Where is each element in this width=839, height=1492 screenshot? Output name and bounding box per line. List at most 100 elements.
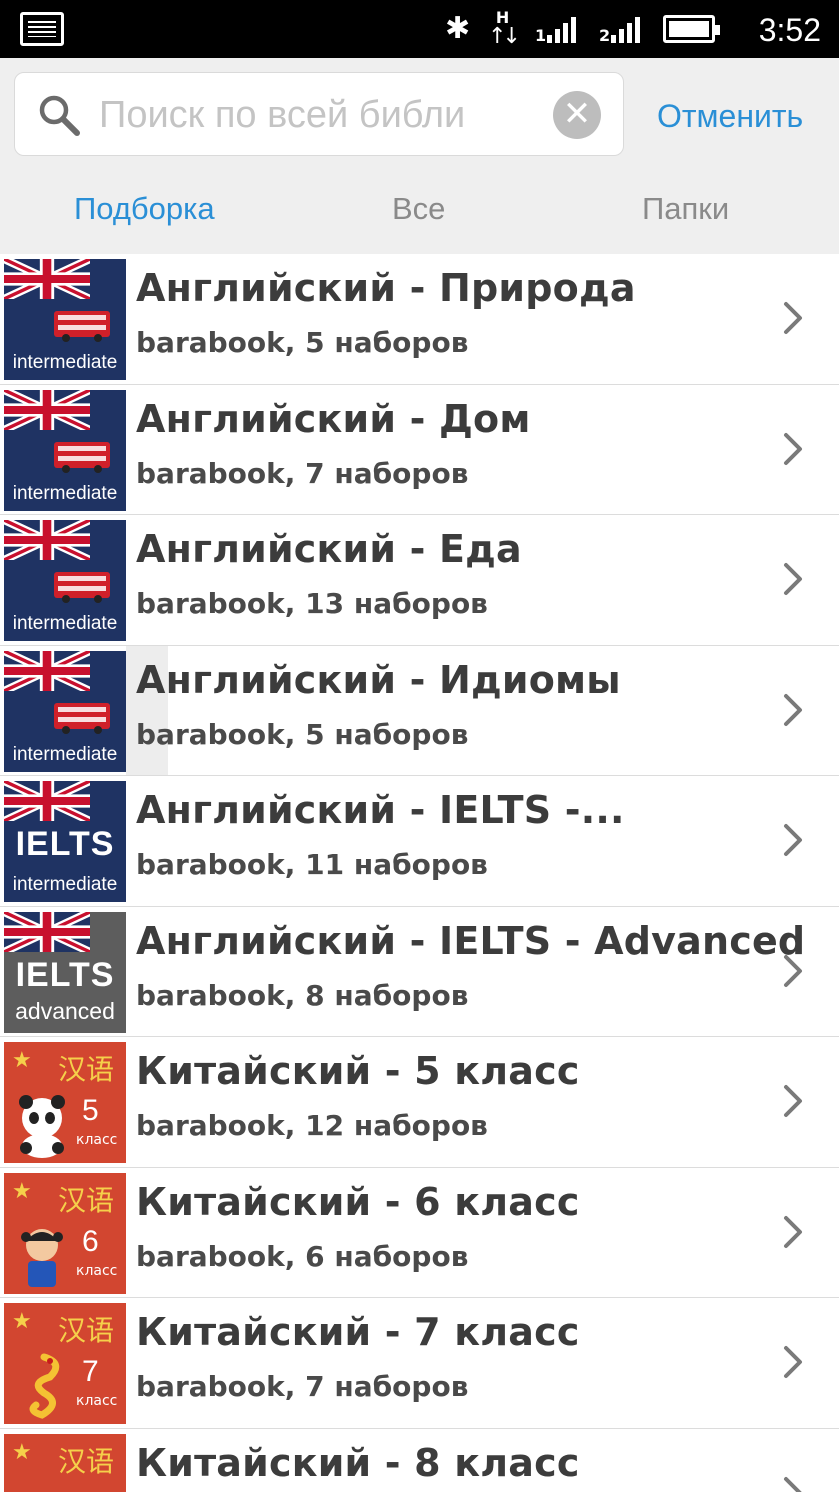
chinese-chars-label: 汉语 bbox=[58, 1444, 115, 1478]
item-subtitle: barabook, 7 наборов bbox=[136, 1370, 469, 1403]
level-label: intermediate bbox=[12, 743, 118, 765]
item-subtitle: barabook, 11 наборов bbox=[136, 848, 488, 881]
figure-icon bbox=[14, 1484, 70, 1492]
chevron-right-icon bbox=[784, 1346, 802, 1378]
star-icon: ★ bbox=[12, 1439, 32, 1465]
bus-icon bbox=[54, 702, 110, 734]
uk-flag-icon bbox=[4, 911, 90, 952]
uk-flag-icon bbox=[4, 389, 90, 430]
list-item[interactable]: intermediate Английский - Природа barabook… bbox=[0, 254, 839, 385]
list-item[interactable]: ★ 汉语 6 класс Китайский - 6 класс barabook, 6 … bbox=[0, 1167, 839, 1298]
grade-number: 7 bbox=[82, 1355, 99, 1388]
ielts-label: IELTS bbox=[15, 955, 115, 994]
list-item[interactable]: intermediate Английский - Дом barabook, 7 … bbox=[0, 384, 839, 515]
tab-selection[interactable]: Подборка bbox=[74, 176, 215, 242]
grade-class-label: класс bbox=[76, 1393, 118, 1409]
list-item[interactable]: ★ 汉语 5 класс Китайский - 5 класс barabook, 12… bbox=[0, 1037, 839, 1168]
star-icon: ★ bbox=[12, 1178, 32, 1204]
grade-number: 5 bbox=[82, 1094, 99, 1127]
course-thumbnail: ★ 汉语 bbox=[4, 1433, 126, 1492]
item-title: Китайский - 6 класс bbox=[136, 1179, 580, 1224]
battery-icon bbox=[663, 15, 720, 43]
item-title: Китайский - 5 класс bbox=[136, 1049, 580, 1093]
signal-sim1-icon: 1 bbox=[535, 13, 581, 45]
course-thumbnail: ★ 汉语 5 класс bbox=[4, 1042, 126, 1163]
level-label: intermediate bbox=[12, 613, 118, 634]
chevron-right-icon bbox=[784, 432, 802, 465]
bus-icon bbox=[54, 311, 110, 342]
level-label: advanced bbox=[15, 997, 115, 1024]
chevron-right-icon bbox=[784, 954, 802, 987]
bluetooth-icon: ✱ bbox=[444, 11, 471, 46]
item-title: Английский - Еда bbox=[136, 527, 522, 571]
item-subtitle: barabook, 7 наборов bbox=[136, 456, 469, 490]
item-subtitle: barabook, 6 наборов bbox=[136, 1239, 469, 1273]
status-bar: ✱ H ↑↓ 1 2 3:52 bbox=[0, 0, 839, 58]
bus-icon bbox=[54, 572, 110, 603]
uk-flag-icon bbox=[4, 259, 90, 299]
clear-search-icon[interactable]: ✕ bbox=[553, 91, 601, 139]
chevron-right-icon bbox=[784, 824, 802, 856]
tab-folders[interactable]: Папки bbox=[642, 176, 729, 242]
tab-bar: Подборка Все Папки bbox=[0, 176, 839, 242]
chevron-right-icon bbox=[784, 693, 802, 726]
cancel-button[interactable]: Отменить bbox=[657, 88, 803, 144]
item-title: Китайский - 7 класс bbox=[136, 1310, 580, 1354]
level-label: intermediate bbox=[12, 874, 118, 895]
chinese-chars-label: 汉语 bbox=[58, 1314, 115, 1347]
grade-number: 6 bbox=[82, 1224, 99, 1258]
list-item[interactable]: IELTS intermediate Английский - IELTS -...… bbox=[0, 776, 839, 907]
search-header: ✕ Отменить Подборка Все Папки bbox=[0, 58, 839, 254]
chevron-right-icon bbox=[784, 302, 802, 334]
item-title: Английский - IELTS - Advanced bbox=[136, 918, 806, 963]
list-item[interactable]: ★ 汉语 Китайский - 8 класс bbox=[0, 1428, 839, 1492]
search-box[interactable]: ✕ bbox=[14, 72, 624, 156]
item-subtitle: barabook, 5 наборов bbox=[136, 326, 469, 359]
sim1-label: 1 bbox=[535, 26, 547, 45]
notification-icon bbox=[20, 12, 64, 46]
list-item[interactable]: IELTS advanced Английский - IELTS - Advanc… bbox=[0, 906, 839, 1037]
star-icon: ★ bbox=[12, 1309, 32, 1334]
grade-class-label: класс bbox=[76, 1132, 118, 1148]
item-title: Английский - IELTS -... bbox=[136, 788, 625, 832]
star-icon: ★ bbox=[12, 1048, 32, 1073]
bus-icon bbox=[54, 441, 110, 473]
course-thumbnail: intermediate bbox=[4, 259, 126, 380]
status-icons: ✱ H ↑↓ 1 2 bbox=[444, 6, 720, 52]
chevron-right-icon bbox=[784, 1476, 802, 1492]
panda-icon bbox=[19, 1095, 65, 1158]
list-item[interactable]: intermediate Английский - Идиомы barabook,… bbox=[0, 645, 839, 776]
chevron-right-icon bbox=[784, 1215, 802, 1248]
course-thumbnail: IELTS intermediate bbox=[4, 781, 126, 902]
course-thumbnail: ★ 汉语 6 класс bbox=[4, 1172, 126, 1294]
item-title: Английский - Идиомы bbox=[136, 657, 621, 702]
item-subtitle: barabook, 5 наборов bbox=[136, 717, 469, 751]
search-input[interactable] bbox=[99, 83, 529, 147]
chevron-right-icon bbox=[784, 1085, 802, 1117]
item-title: Английский - Дом bbox=[136, 396, 531, 441]
search-icon bbox=[39, 95, 80, 136]
course-thumbnail: intermediate bbox=[4, 389, 126, 511]
course-thumbnail: intermediate bbox=[4, 520, 126, 641]
level-label: intermediate bbox=[12, 482, 118, 504]
chevron-right-icon bbox=[784, 563, 802, 595]
clock: 3:52 bbox=[758, 12, 821, 48]
list-item[interactable]: ★ 汉语 7 класс Китайский - 7 класс barabook, 7 … bbox=[0, 1298, 839, 1429]
item-title: Английский - Природа bbox=[136, 266, 636, 310]
tab-all[interactable]: Все bbox=[392, 176, 445, 242]
grade-class-label: класс bbox=[76, 1262, 118, 1279]
library-list: intermediate Английский - Природа barabook… bbox=[0, 254, 839, 1492]
sim2-label: 2 bbox=[599, 26, 611, 45]
chinese-chars-label: 汉语 bbox=[58, 1053, 115, 1086]
course-thumbnail: ★ 汉语 7 класс bbox=[4, 1303, 126, 1424]
item-title: Китайский - 8 класс bbox=[136, 1440, 580, 1485]
course-thumbnail: IELTS advanced bbox=[4, 911, 126, 1033]
child-icon bbox=[21, 1228, 63, 1287]
ielts-label: IELTS bbox=[15, 825, 115, 863]
course-thumbnail: intermediate bbox=[4, 650, 126, 772]
list-item[interactable]: intermediate Английский - Еда barabook, 13… bbox=[0, 515, 839, 646]
dragon-icon bbox=[29, 1353, 60, 1419]
level-label: intermediate bbox=[12, 352, 118, 373]
chinese-chars-label: 汉语 bbox=[58, 1183, 115, 1217]
item-subtitle: barabook, 12 наборов bbox=[136, 1109, 488, 1142]
